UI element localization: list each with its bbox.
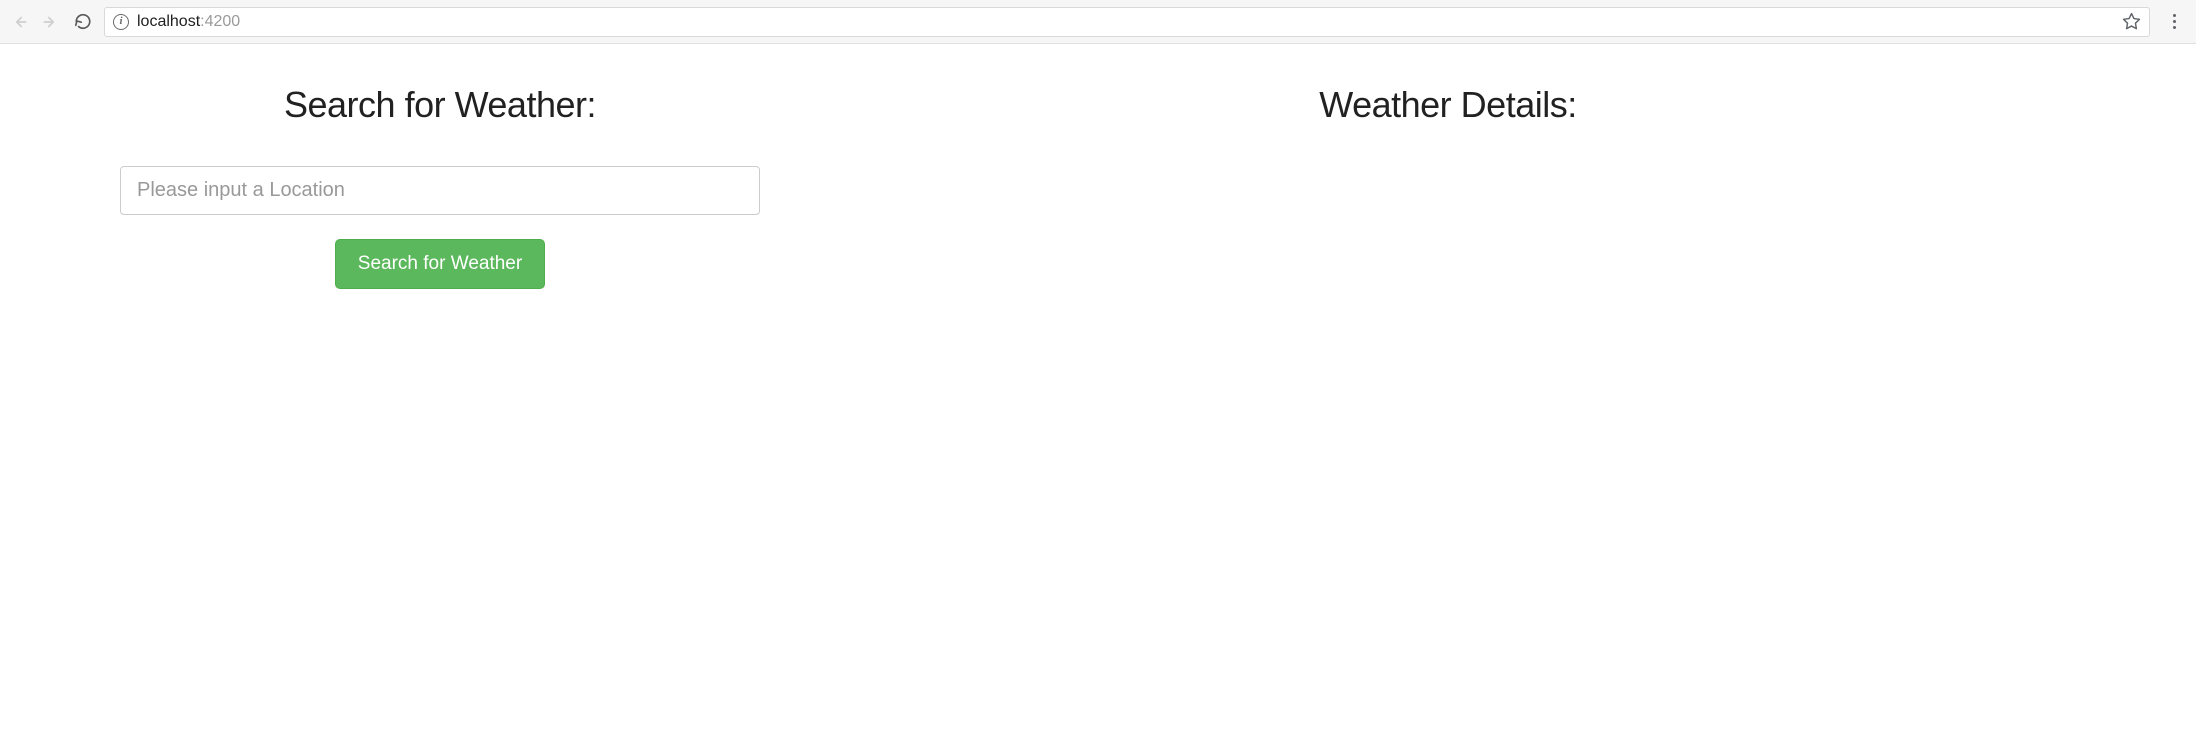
url-port: :4200 [200, 13, 240, 30]
reload-icon[interactable] [74, 13, 92, 31]
bookmark-star-icon[interactable] [2122, 12, 2141, 31]
url-host: localhost [137, 13, 200, 30]
nav-button-group [10, 13, 92, 31]
location-input[interactable] [120, 166, 760, 215]
page-body: Search for Weather: Search for Weather W… [0, 44, 2196, 329]
address-bar[interactable]: i localhost:4200 [104, 7, 2150, 37]
site-info-icon[interactable]: i [113, 14, 129, 30]
back-icon[interactable] [10, 13, 28, 31]
search-button[interactable]: Search for Weather [335, 239, 545, 289]
forward-icon[interactable] [42, 13, 60, 31]
details-heading: Weather Details: [1319, 84, 1576, 126]
browser-toolbar: i localhost:4200 [0, 0, 2196, 44]
search-panel: Search for Weather: Search for Weather [120, 84, 760, 289]
details-panel: Weather Details: [820, 84, 2076, 289]
browser-menu-icon[interactable] [2162, 14, 2186, 29]
search-heading: Search for Weather: [284, 84, 596, 126]
url-display: localhost:4200 [137, 13, 240, 31]
